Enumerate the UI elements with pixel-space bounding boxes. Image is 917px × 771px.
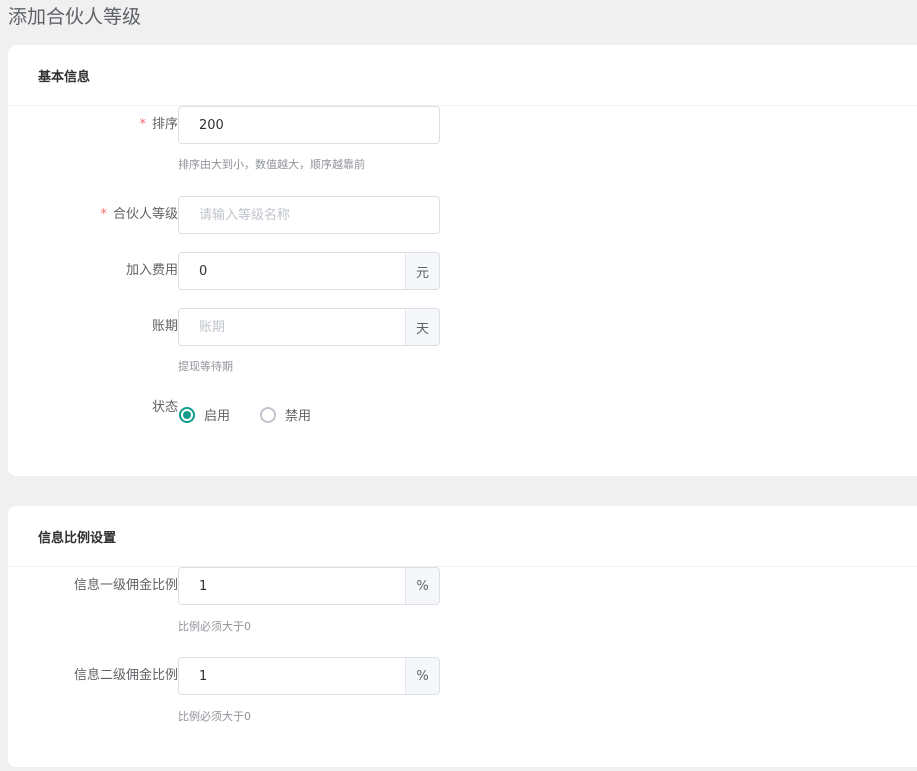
- level-field[interactable]: [178, 196, 440, 234]
- period-label: 账期: [151, 319, 178, 334]
- radio-unchecked-icon: [260, 406, 276, 423]
- sort-help: 排序由大到小，数值越大，顺序越靠前: [178, 158, 365, 171]
- ratio-card: 信息比例设置 信息一级佣金比例 % 比例必须大于0 信息二级佣金比例 % 比例必…: [8, 506, 917, 767]
- level1-unit: %: [405, 568, 439, 604]
- period-field[interactable]: 天: [178, 308, 440, 346]
- fee-label: 加入费用: [125, 263, 178, 278]
- sort-label: * 排序: [139, 106, 178, 144]
- card-header: 信息比例设置: [38, 531, 117, 546]
- level1-label: 信息一级佣金比例: [73, 578, 178, 593]
- level-input[interactable]: [179, 197, 439, 233]
- status-radio-disabled[interactable]: 禁用: [260, 405, 311, 424]
- period-help: 提现等待期: [178, 360, 233, 373]
- level-label: * 合伙人等级: [100, 196, 178, 234]
- fee-unit: 元: [405, 253, 439, 289]
- level2-label: 信息二级佣金比例: [73, 668, 178, 683]
- radio-label: 启用: [204, 409, 231, 424]
- level2-input[interactable]: [179, 658, 405, 694]
- radio-label: 禁用: [285, 409, 312, 424]
- fee-field[interactable]: 元: [178, 252, 440, 290]
- label-text: 合伙人等级: [112, 207, 178, 222]
- status-radio-enabled[interactable]: 启用: [179, 405, 230, 424]
- level2-help: 比例必须大于0: [178, 710, 251, 723]
- level1-help: 比例必须大于0: [178, 620, 251, 633]
- level1-field[interactable]: %: [178, 567, 440, 605]
- page-title: 添加合伙人等级: [8, 6, 142, 28]
- sort-input[interactable]: [179, 107, 439, 143]
- level2-field[interactable]: %: [178, 657, 440, 695]
- radio-checked-icon: [179, 406, 195, 423]
- fee-input[interactable]: [179, 253, 405, 289]
- label-text: 排序: [151, 117, 178, 132]
- card-header: 基本信息: [38, 70, 91, 85]
- period-unit: 天: [405, 309, 439, 345]
- period-input[interactable]: [179, 309, 405, 345]
- status-label: 状态: [151, 400, 178, 415]
- level2-unit: %: [405, 658, 439, 694]
- required-star: *: [139, 117, 146, 132]
- required-star: *: [100, 207, 107, 222]
- basic-info-card: 基本信息 * 排序 排序由大到小，数值越大，顺序越靠前 * 合伙人等级 加入费用 元…: [8, 45, 917, 476]
- sort-field[interactable]: [178, 106, 440, 144]
- level1-input[interactable]: [179, 568, 405, 604]
